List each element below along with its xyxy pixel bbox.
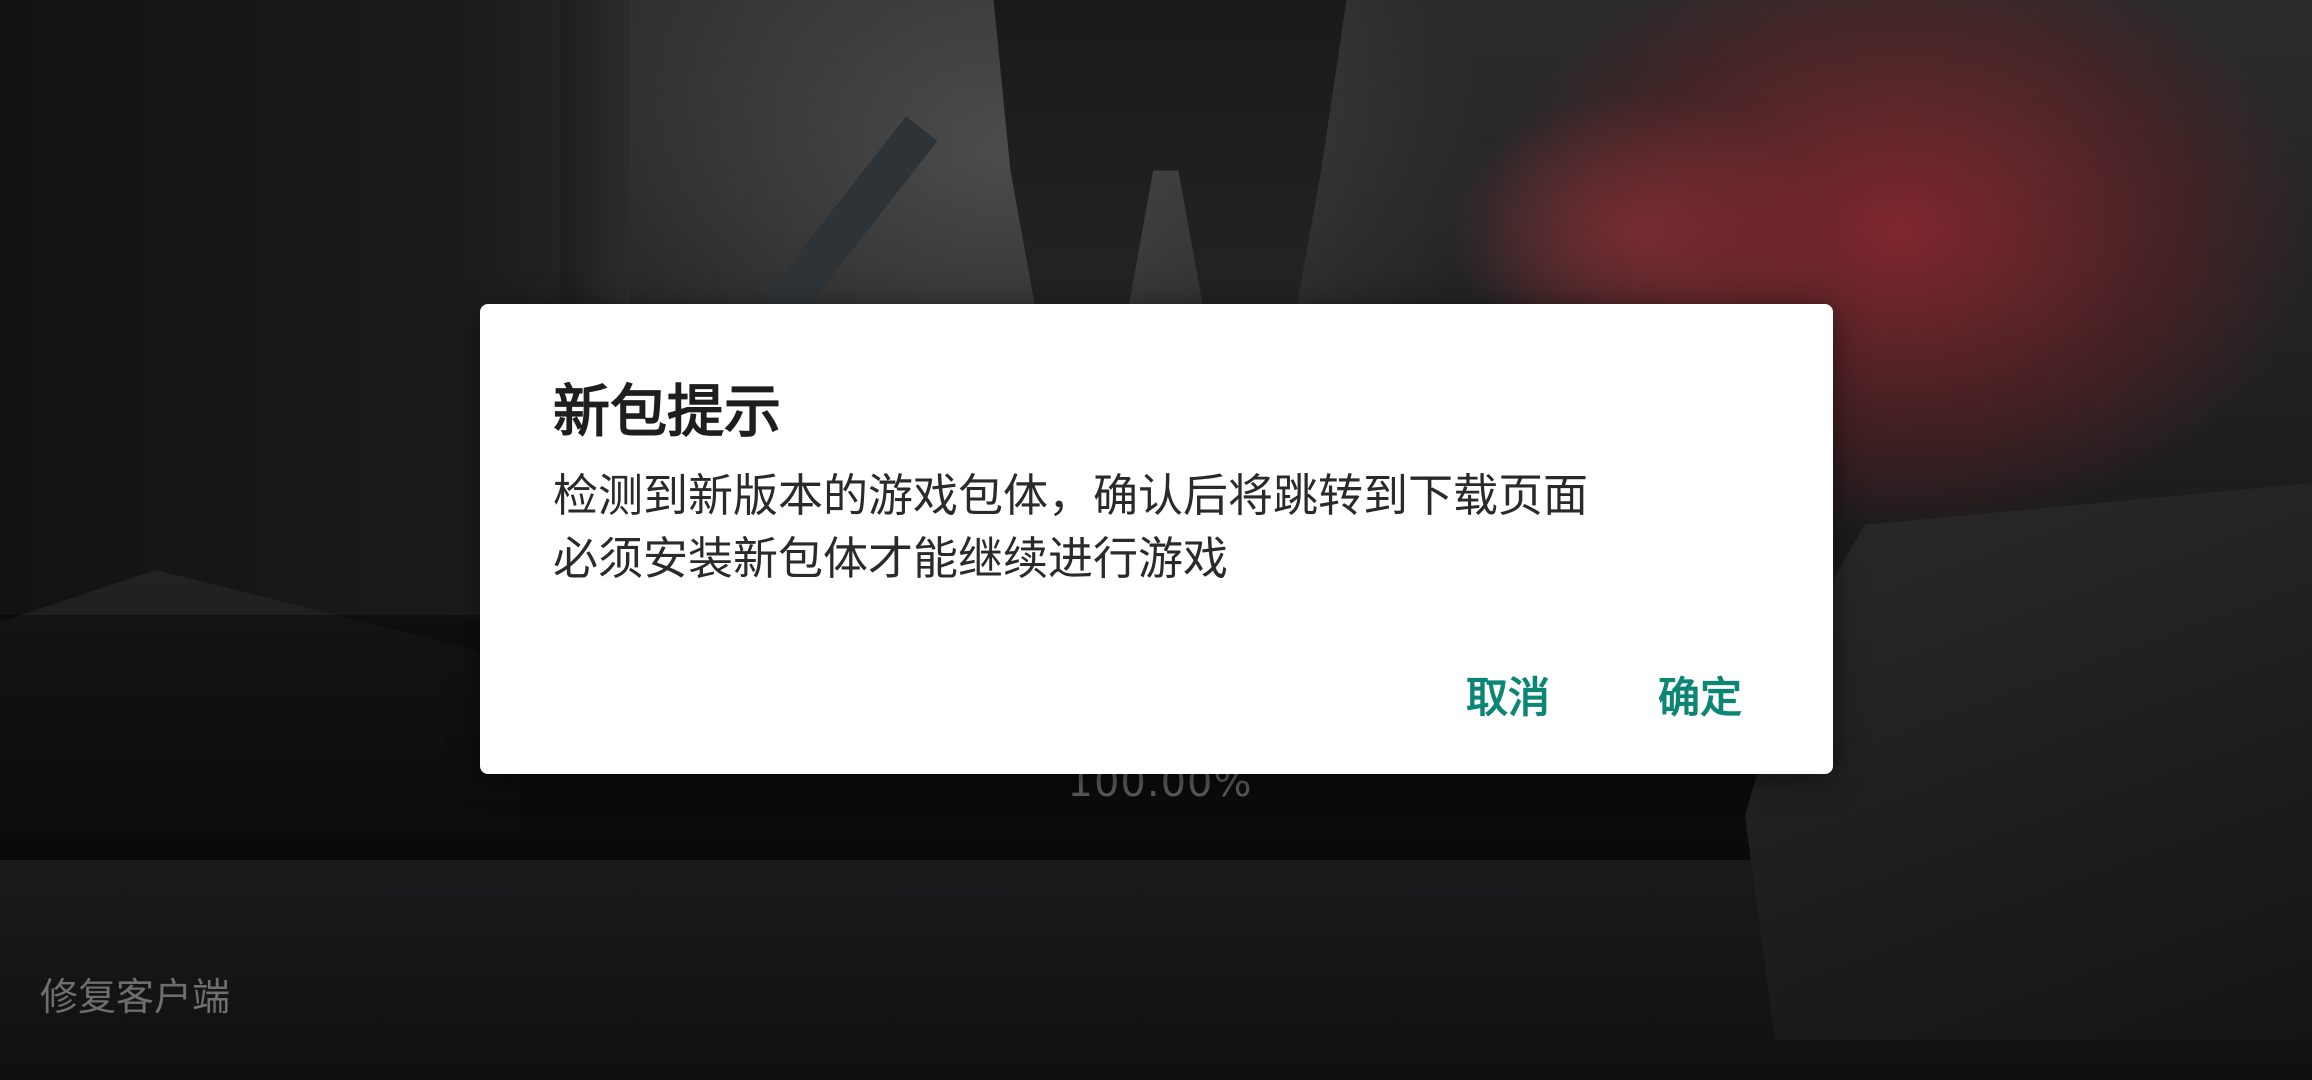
new-package-dialog: 新包提示 检测到新版本的游戏包体，确认后将跳转到下载页面 必须安装新包体才能继续… — [480, 304, 1833, 774]
dialog-message-line: 必须安装新包体才能继续进行游戏 — [553, 532, 1229, 585]
dialog-title: 新包提示 — [553, 379, 781, 445]
cancel-button[interactable]: 取消 — [1458, 660, 1558, 729]
dialog-message-line: 检测到新版本的游戏包体，确认后将跳转到下载页面 — [553, 469, 1589, 522]
dialog-message: 检测到新版本的游戏包体，确认后将跳转到下载页面 必须安装新包体才能继续进行游戏 — [553, 464, 1753, 590]
repair-client-button[interactable]: 修复客户端 — [40, 966, 230, 1021]
confirm-button[interactable]: 确定 — [1650, 660, 1750, 729]
game-launcher-screen: 100.00% 修复客户端 新包提示 检测到新版本的游戏包体，确认后将跳转到下载… — [0, 0, 2312, 1080]
